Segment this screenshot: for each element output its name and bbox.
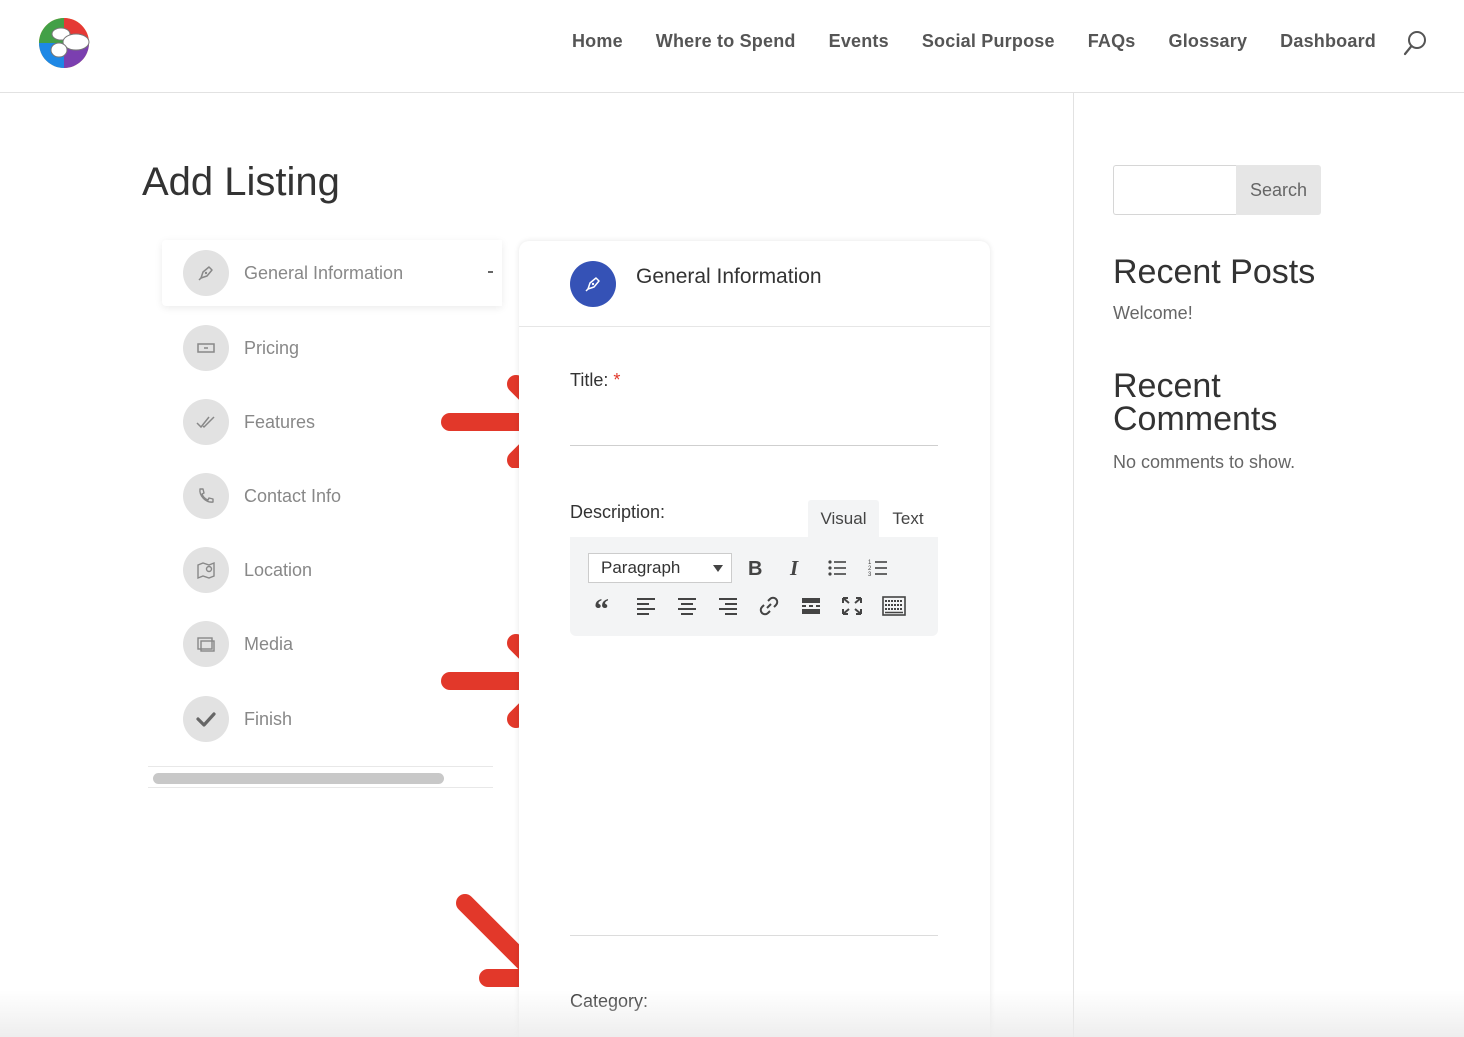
section-title: General Information (636, 265, 822, 288)
money-icon (183, 325, 229, 371)
step-location[interactable]: Location (183, 547, 312, 593)
insert-link-button[interactable] (756, 593, 782, 619)
svg-text:I: I (789, 558, 799, 578)
description-label: Description: (570, 502, 666, 522)
scrollbar-thumb[interactable] (153, 773, 444, 784)
step-label: General Information (244, 262, 404, 283)
nav-dashboard[interactable]: Dashboard (1280, 31, 1376, 52)
svg-text:“: “ (594, 597, 609, 615)
step-media[interactable]: Media (183, 621, 293, 667)
format-select[interactable]: Paragraph (588, 553, 732, 583)
chevron-down-icon (713, 565, 723, 572)
bold-button[interactable]: B (742, 555, 768, 581)
numbered-list-button[interactable]: 123 (865, 555, 891, 581)
main-nav: Home Where to Spend Events Social Purpos… (539, 31, 1376, 52)
tab-visual[interactable]: Visual (808, 500, 879, 537)
recent-comments-heading: Recent Comments (1113, 367, 1278, 438)
title-label: Title: * (570, 370, 620, 391)
step-contact-info[interactable]: Contact Info (183, 473, 341, 519)
title-input[interactable] (570, 406, 938, 446)
site-logo[interactable] (37, 17, 93, 69)
step-pricing[interactable]: Pricing (183, 325, 299, 371)
pen-icon (183, 250, 229, 296)
toolbar-toggle-button[interactable] (881, 593, 907, 619)
blockquote-button[interactable]: “ (592, 593, 618, 619)
sidebar-search-button[interactable]: Search (1236, 165, 1321, 215)
gallery-icon (183, 621, 229, 667)
nav-social-purpose[interactable]: Social Purpose (922, 31, 1055, 52)
phone-icon (183, 473, 229, 519)
editor-toolbar: Paragraph B I 123 “ (570, 537, 938, 636)
category-label: Category: (570, 991, 649, 1011)
step-label: Media (244, 633, 294, 654)
recent-posts-heading: Recent Posts (1113, 253, 1316, 291)
nav-where-to-spend[interactable]: Where to Spend (656, 31, 796, 52)
description-editor-bottom (570, 935, 938, 936)
read-more-button[interactable] (798, 593, 824, 619)
align-left-button[interactable] (633, 593, 659, 619)
fullscreen-button[interactable] (839, 593, 865, 619)
italic-button[interactable]: I (783, 555, 809, 581)
checkmarks-icon (183, 399, 229, 445)
nav-faqs[interactable]: FAQs (1088, 31, 1136, 52)
step-features[interactable]: Features (183, 399, 315, 445)
step-label: Features (244, 411, 316, 432)
map-icon (183, 547, 229, 593)
step-label: Location (244, 559, 313, 580)
required-mark: * (613, 370, 621, 390)
check-icon (183, 696, 229, 742)
align-center-button[interactable] (674, 593, 700, 619)
svg-text:3: 3 (868, 572, 872, 578)
sidebar-divider (1073, 93, 1074, 1037)
form-section-header: General Information (519, 241, 990, 327)
nav-glossary[interactable]: Glossary (1169, 31, 1248, 52)
nav-home[interactable]: Home (572, 31, 623, 52)
title-label-text: Title: (570, 370, 609, 390)
step-label: Finish (244, 708, 293, 729)
active-step-indicator (488, 271, 493, 273)
site-header: Home Where to Spend Events Social Purpos… (0, 0, 1464, 93)
align-right-button[interactable] (715, 593, 741, 619)
step-label: Pricing (244, 337, 300, 358)
no-comments-text: No comments to show. (1113, 452, 1296, 472)
recent-post-link[interactable]: Welcome! (1113, 303, 1193, 324)
format-select-value: Paragraph (601, 558, 681, 577)
svg-text:B: B (748, 558, 762, 578)
step-label: Contact Info (244, 485, 342, 506)
recent-comments-heading-line2: Comments (1113, 400, 1278, 438)
sidebar-search-input[interactable] (1113, 165, 1236, 215)
recent-comments-heading-line1: Recent (1113, 367, 1221, 405)
nav-events[interactable]: Events (829, 31, 889, 52)
step-general-information[interactable]: General Information (183, 250, 403, 296)
search-icon[interactable] (1403, 30, 1427, 56)
general-information-form: General Information Title: * Description… (519, 241, 990, 1037)
tab-text[interactable]: Text (879, 500, 937, 537)
page-title: Add Listing (142, 160, 340, 204)
step-finish[interactable]: Finish (183, 696, 292, 742)
bulleted-list-button[interactable] (824, 555, 850, 581)
steps-scrollbar[interactable] (148, 766, 493, 788)
pen-icon (570, 261, 616, 307)
